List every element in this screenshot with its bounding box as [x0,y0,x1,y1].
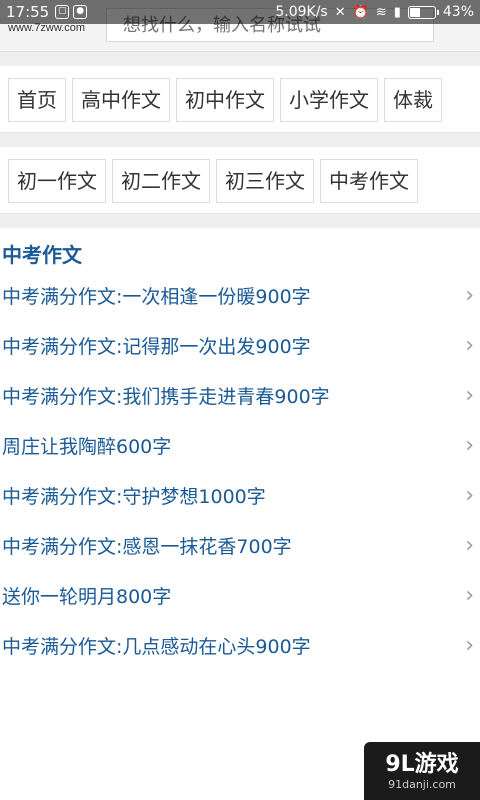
list-item-title: 中考满分作文:守护梦想1000字 [2,485,266,508]
chevron-right-icon: › [465,532,474,558]
list-item[interactable]: 送你一轮明月800字 › [0,570,480,620]
nav-middle-school[interactable]: 初中作文 [176,78,274,122]
chevron-right-icon: › [465,282,474,308]
divider [0,52,480,66]
nav-home[interactable]: 首页 [8,78,66,122]
watermark-logo: 9L游戏 91danji.com [364,742,480,800]
section-title[interactable]: 中考作文 [0,236,480,270]
network-speed: 5.09K/s [275,4,328,20]
wifi-icon: ≋ [375,4,387,20]
primary-nav: 首页 高中作文 初中作文 小学作文 体裁 [0,66,480,133]
list-item[interactable]: 周庄让我陶醉600字 › [0,420,480,470]
chevron-right-icon: › [465,482,474,508]
divider [0,133,480,147]
list-item-title: 中考满分作文:记得那一次出发900字 [2,335,311,358]
watermark-main: 9L游戏 [385,752,459,777]
alarm-icon: ⏰ [352,4,369,20]
chevron-right-icon: › [465,382,474,408]
nav-grade-7[interactable]: 初一作文 [8,159,106,203]
list-item[interactable]: 中考满分作文:感恩一抹花香700字 › [0,520,480,570]
status-bar: 17:55 ▢ ● 5.09K/s ✕ ⏰ ≋ ▮ 43% [0,0,480,24]
nav-primary-school[interactable]: 小学作文 [280,78,378,122]
battery-icon [407,5,439,19]
list-item-title: 中考满分作文:一次相逢一份暖900字 [2,285,311,308]
list-item-title: 中考满分作文:感恩一抹花香700字 [2,535,292,558]
list-item[interactable]: 中考满分作文:一次相逢一份暖900字 › [0,270,480,320]
list-item[interactable]: 中考满分作文:守护梦想1000字 › [0,470,480,520]
battery-percent: 43% [442,4,474,20]
nav-grade-9[interactable]: 初三作文 [216,159,314,203]
chevron-right-icon: › [465,632,474,658]
qq-icon: ● [73,5,88,19]
list-item-title: 中考满分作文:几点感动在心头900字 [2,635,311,658]
secondary-nav: 初一作文 初二作文 初三作文 中考作文 [0,147,480,214]
chevron-right-icon: › [465,582,474,608]
chevron-right-icon: › [465,332,474,358]
chevron-right-icon: › [465,432,474,458]
list-item-title: 送你一轮明月800字 [2,585,172,608]
watermark-sub: 91danji.com [388,778,456,791]
list-item[interactable]: 中考满分作文:几点感动在心头900字 › [0,620,480,670]
list-item-title: 周庄让我陶醉600字 [2,435,172,458]
nav-grade-8[interactable]: 初二作文 [112,159,210,203]
nav-genre[interactable]: 体裁 [384,78,442,122]
divider [0,214,480,228]
list-item-title: 中考满分作文:我们携手走进青春900字 [2,385,330,408]
nav-high-school[interactable]: 高中作文 [72,78,170,122]
silent-icon: ✕ [334,4,346,20]
article-section: 中考作文 中考满分作文:一次相逢一份暖900字 › 中考满分作文:记得那一次出发… [0,228,480,670]
nav-zhongkao[interactable]: 中考作文 [320,159,418,203]
notification-icon: ▢ [55,5,70,19]
list-item[interactable]: 中考满分作文:我们携手走进青春900字 › [0,370,480,420]
signal-icon: ▮ [393,4,401,20]
list-item[interactable]: 中考满分作文:记得那一次出发900字 › [0,320,480,370]
status-time: 17:55 [6,3,50,21]
